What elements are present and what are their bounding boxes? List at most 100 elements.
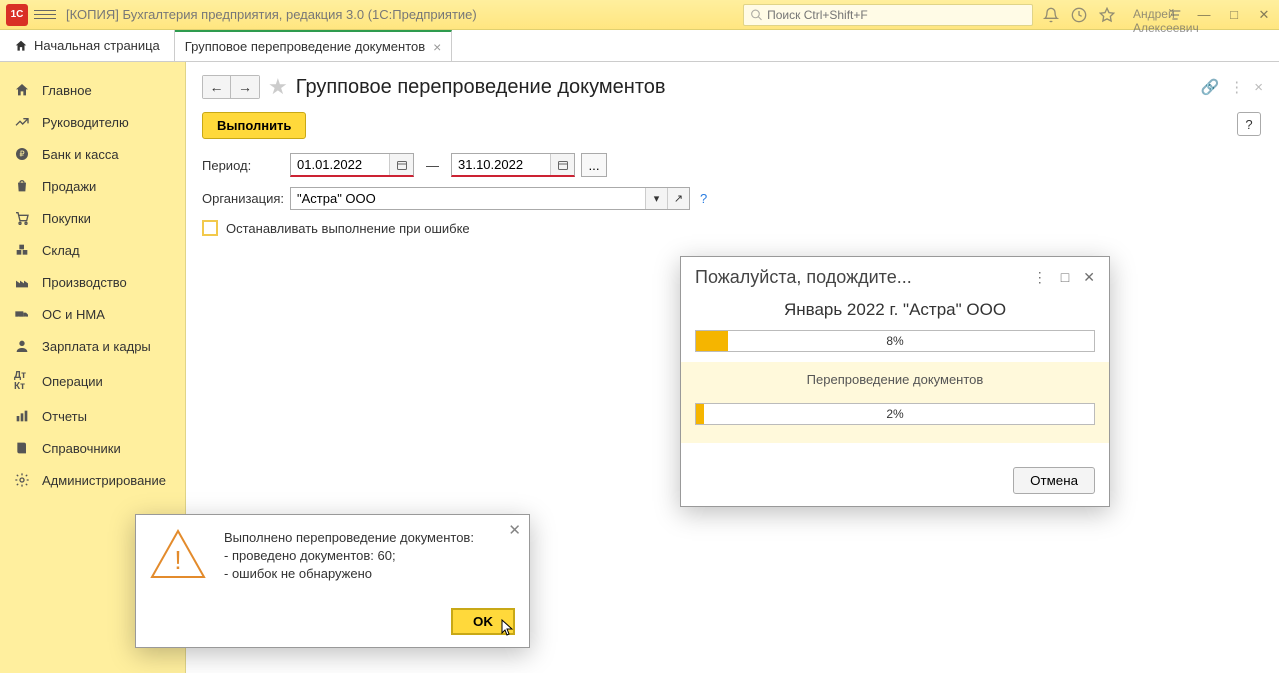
app-logo: 1C bbox=[6, 4, 28, 26]
stop-on-error-label: Останавливать выполнение при ошибке bbox=[226, 221, 470, 236]
calendar-from-icon[interactable] bbox=[389, 154, 413, 175]
book-icon bbox=[14, 440, 30, 456]
link-icon[interactable]: 🔗 bbox=[1201, 78, 1220, 96]
settings-lines-icon[interactable] bbox=[1167, 7, 1183, 23]
org-input[interactable] bbox=[291, 188, 645, 209]
msg-text: Выполнено перепроведение документов: - п… bbox=[224, 529, 474, 584]
active-tab[interactable]: Групповое перепроведение документов × bbox=[175, 30, 453, 61]
app-title: [КОПИЯ] Бухгалтерия предприятия, редакци… bbox=[66, 7, 477, 22]
nav-catalogs[interactable]: Справочники bbox=[0, 432, 185, 464]
org-help-icon[interactable]: ? bbox=[700, 191, 707, 206]
nav-label: Главное bbox=[42, 83, 92, 98]
person-icon bbox=[14, 338, 30, 354]
tab-row: Начальная страница Групповое перепроведе… bbox=[0, 30, 1279, 62]
minimize-button[interactable]: — bbox=[1195, 6, 1213, 24]
date-from-input[interactable] bbox=[291, 154, 389, 175]
progress-subtitle: Январь 2022 г. "Астра" ООО bbox=[695, 300, 1095, 320]
nav-assets[interactable]: ОС и НМА bbox=[0, 298, 185, 330]
progress-pct-1: 8% bbox=[696, 331, 1094, 351]
help-button[interactable]: ? bbox=[1237, 112, 1261, 136]
nav-label: Покупки bbox=[42, 211, 91, 226]
truck-icon bbox=[14, 306, 30, 322]
execute-button[interactable]: Выполнить bbox=[202, 112, 306, 139]
msg-close-icon[interactable]: ✕ bbox=[508, 521, 521, 539]
maximize-button[interactable]: □ bbox=[1225, 6, 1243, 24]
nav-label: Зарплата и кадры bbox=[42, 339, 151, 354]
factory-icon bbox=[14, 274, 30, 290]
org-open-icon[interactable]: ↗ bbox=[667, 188, 689, 209]
dash: — bbox=[420, 158, 445, 173]
org-dropdown-icon[interactable]: ▾ bbox=[645, 188, 667, 209]
period-picker-button[interactable]: ... bbox=[581, 153, 607, 177]
back-button[interactable]: ← bbox=[203, 76, 231, 98]
nav-purchases[interactable]: Покупки bbox=[0, 202, 185, 234]
stop-on-error-checkbox[interactable] bbox=[202, 220, 218, 236]
cart-icon bbox=[14, 210, 30, 226]
gear-icon bbox=[14, 472, 30, 488]
period-label: Период: bbox=[202, 158, 284, 173]
nav-operations[interactable]: ДтКт Операции bbox=[0, 362, 185, 400]
progress-dialog: Пожалуйста, подождите... ⋮ □ ✕ Январь 20… bbox=[680, 256, 1110, 507]
nav-label: Склад bbox=[42, 243, 80, 258]
nav-hr[interactable]: Зарплата и кадры bbox=[0, 330, 185, 362]
nav-label: ОС и НМА bbox=[42, 307, 105, 322]
nav-warehouse[interactable]: Склад bbox=[0, 234, 185, 266]
nav-label: Справочники bbox=[42, 441, 121, 456]
search-icon bbox=[750, 8, 763, 22]
history-icon[interactable] bbox=[1071, 7, 1087, 23]
nav-bank[interactable]: ₽Банк и касса bbox=[0, 138, 185, 170]
progress-pct-2: 2% bbox=[696, 404, 1094, 424]
progress-bar-1: 8% bbox=[695, 330, 1095, 352]
dtkt-icon: ДтКт bbox=[14, 370, 30, 392]
forward-button[interactable]: → bbox=[231, 76, 259, 98]
dialog-maximize-icon[interactable]: □ bbox=[1061, 269, 1069, 286]
svg-text:₽: ₽ bbox=[19, 150, 24, 159]
home-icon bbox=[14, 39, 28, 53]
progress-status: Перепроведение документов bbox=[681, 372, 1109, 387]
nav-label: Продажи bbox=[42, 179, 96, 194]
nav-admin[interactable]: Администрирование bbox=[0, 464, 185, 496]
calendar-to-icon[interactable] bbox=[550, 154, 574, 175]
close-page-icon[interactable]: × bbox=[1254, 79, 1263, 96]
boxes-icon bbox=[14, 242, 30, 258]
coin-icon: ₽ bbox=[14, 146, 30, 162]
nav-main[interactable]: Главное bbox=[0, 74, 185, 106]
more-icon[interactable]: ⋮ bbox=[1229, 78, 1244, 96]
progress-bar-2: 2% bbox=[695, 403, 1095, 425]
nav-label: Операции bbox=[42, 374, 103, 389]
ok-label: OK bbox=[473, 614, 493, 629]
search-input[interactable] bbox=[767, 8, 1026, 22]
cancel-button[interactable]: Отмена bbox=[1013, 467, 1095, 494]
home-tab-label: Начальная страница bbox=[34, 38, 160, 53]
user-name[interactable]: Андрей Алексеевич bbox=[1133, 7, 1149, 23]
dialog-more-icon[interactable]: ⋮ bbox=[1033, 269, 1047, 286]
close-tab-icon[interactable]: × bbox=[433, 39, 441, 55]
nav-label: Отчеты bbox=[42, 409, 87, 424]
date-to-input[interactable] bbox=[452, 154, 550, 175]
dialog-close-icon[interactable]: ✕ bbox=[1083, 269, 1095, 286]
svg-text:!: ! bbox=[174, 545, 181, 575]
close-window-button[interactable]: ✕ bbox=[1255, 6, 1273, 24]
nav-sales[interactable]: Продажи bbox=[0, 170, 185, 202]
ok-button[interactable]: OK bbox=[451, 608, 515, 635]
cursor-icon bbox=[501, 619, 515, 637]
nav-manager[interactable]: Руководителю bbox=[0, 106, 185, 138]
bag-icon bbox=[14, 178, 30, 194]
star-icon[interactable] bbox=[1099, 7, 1115, 23]
bell-icon[interactable] bbox=[1043, 7, 1059, 23]
message-dialog: ✕ ! Выполнено перепроведение документов:… bbox=[135, 514, 530, 648]
warning-icon: ! bbox=[150, 529, 206, 579]
hamburger-icon[interactable] bbox=[34, 4, 56, 26]
favorite-star-icon[interactable]: ★ bbox=[268, 74, 288, 100]
active-tab-label: Групповое перепроведение документов bbox=[185, 39, 425, 54]
nav-label: Администрирование bbox=[42, 473, 166, 488]
nav-production[interactable]: Производство bbox=[0, 266, 185, 298]
titlebar: 1C [КОПИЯ] Бухгалтерия предприятия, реда… bbox=[0, 0, 1279, 30]
global-search[interactable] bbox=[743, 4, 1033, 26]
nav-reports[interactable]: Отчеты bbox=[0, 400, 185, 432]
nav-arrows: ← → bbox=[202, 75, 260, 99]
home-tab[interactable]: Начальная страница bbox=[0, 30, 175, 61]
nav-label: Производство bbox=[42, 275, 127, 290]
bars-icon bbox=[14, 408, 30, 424]
nav-label: Руководителю bbox=[42, 115, 129, 130]
